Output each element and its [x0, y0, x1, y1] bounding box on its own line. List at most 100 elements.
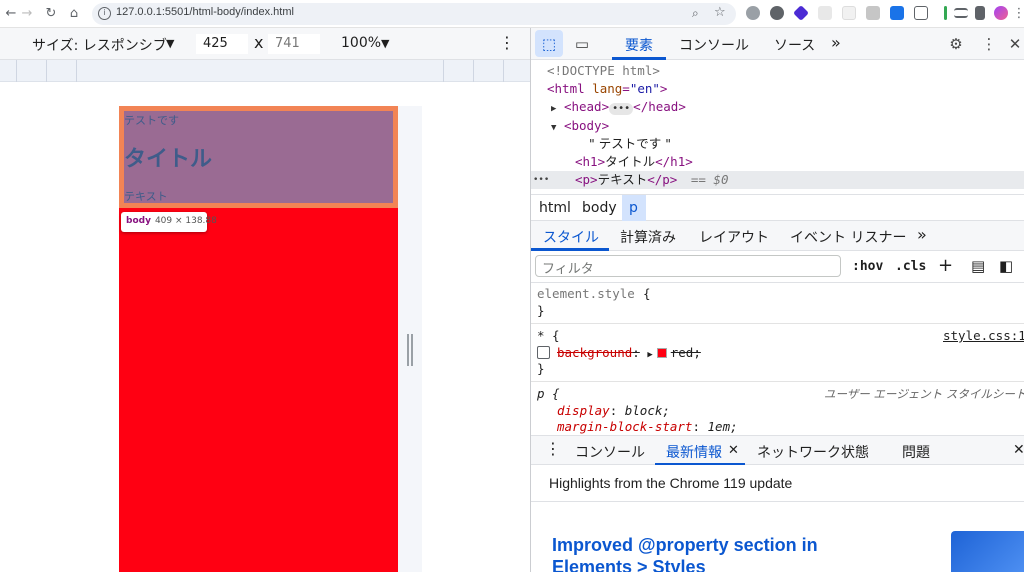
whats-new-article-link[interactable]: Improved @property section in Elements >…	[552, 534, 852, 572]
expand-triangle-icon[interactable]: ▶	[551, 104, 556, 114]
drawer-menu-icon[interactable]: ⋮	[545, 439, 561, 458]
display-declaration[interactable]: display: block;	[557, 403, 670, 419]
color-swatch[interactable]	[656, 348, 667, 358]
more-options-icon[interactable]: ⋮	[499, 33, 515, 52]
dom-node-h1[interactable]: <h1>タイトル</h1>	[531, 153, 1024, 171]
styles-tab-bar: スタイル 計算済み レイアウト イベント リスナー »	[531, 221, 1024, 251]
address-bar[interactable]: i 127.0.0.1:5501/html-body/index.html ⌕ …	[92, 3, 736, 25]
element-style-selector[interactable]: element.style	[537, 286, 635, 302]
tab-console[interactable]: コンソール	[679, 35, 749, 55]
styles-filter-bar: フィルタ :hov .cls + ▤ ◧	[531, 251, 1024, 283]
dom-text-node[interactable]: " テストです "	[531, 135, 1024, 153]
reload-icon[interactable]: ↻	[42, 5, 60, 23]
extension-icon[interactable]	[793, 5, 809, 21]
background-declaration[interactable]: background: ▶ red;	[557, 345, 701, 361]
dimension-separator: x	[254, 33, 264, 52]
browser-toolbar: ← → ↻ ⌂ i 127.0.0.1:5501/html-body/index…	[0, 0, 1024, 28]
divider	[944, 6, 947, 20]
height-input[interactable]: 741	[268, 34, 320, 54]
drawer-tab-whats-new[interactable]: 最新情報	[666, 442, 722, 462]
stylesheet-link[interactable]: style.css:1	[943, 328, 1024, 344]
puzzle-icon[interactable]	[914, 6, 928, 20]
active-tab-indicator	[612, 57, 666, 60]
extension-icon[interactable]	[842, 6, 856, 20]
resize-handle[interactable]	[407, 334, 413, 366]
whats-new-thumbnail[interactable]	[951, 531, 1024, 572]
hover-state-button[interactable]: :hov	[852, 259, 883, 274]
avatar[interactable]	[994, 6, 1008, 20]
menu-dots-icon[interactable]: ⋮	[1010, 5, 1024, 23]
chevron-down-icon[interactable]: ▼	[166, 37, 174, 50]
tab-computed[interactable]: 計算済み	[620, 227, 676, 247]
chevron-down-icon[interactable]: ▼	[381, 37, 389, 50]
tab-elements[interactable]: 要素	[625, 35, 653, 55]
extension-icon[interactable]	[866, 6, 880, 20]
expand-arrow-icon[interactable]: ▶	[647, 350, 652, 360]
breadcrumb-p[interactable]: p	[629, 200, 638, 216]
width-input[interactable]: 425	[196, 34, 248, 54]
page-paragraph: テキスト	[124, 191, 168, 203]
drawer-tab-bar: ⋮ コンソール 最新情報 ✕ ネットワーク状態 問題 ✕	[531, 435, 1024, 466]
more-options-icon[interactable]: ⋮	[979, 34, 999, 54]
tab-event-listeners[interactable]: イベント リスナー	[790, 227, 906, 247]
breadcrumb: html body p	[531, 194, 1024, 221]
home-icon[interactable]: ⌂	[65, 5, 83, 23]
whats-new-heading: Highlights from the Chrome 119 update	[549, 475, 793, 491]
styles-rules-pane: element.style { } * { style.css:1 backgr…	[531, 283, 1024, 435]
open-brace: {	[643, 286, 651, 301]
node-actions-ellipsis[interactable]: •••	[533, 171, 549, 189]
device-toggle-icon[interactable]: ▭	[572, 34, 592, 54]
drawer-tab-network-conditions[interactable]: ネットワーク状態	[757, 442, 869, 462]
zoom-dropdown[interactable]: 100%	[341, 35, 381, 51]
zoom-icon[interactable]: ⌕	[692, 6, 699, 21]
class-toggle-button[interactable]: .cls	[895, 259, 926, 274]
devtools-tab-bar: ⬚ ▭ 要素 コンソール ソース » ⚙ ⋮ ✕	[531, 28, 1024, 60]
close-icon[interactable]: ✕	[1005, 34, 1024, 54]
url-text[interactable]: 127.0.0.1:5501/html-body/index.html	[116, 6, 294, 18]
breadcrumb-html[interactable]: html	[539, 200, 571, 216]
dom-node-body[interactable]: ▼ <body>	[531, 117, 1024, 135]
drawer-tab-console[interactable]: コンソール	[575, 442, 645, 462]
tab-styles[interactable]: スタイル	[543, 227, 599, 247]
forward-icon[interactable]: →	[18, 5, 36, 23]
margin-declaration[interactable]: margin-block-start: 1em;	[557, 419, 738, 435]
bookmark-star-icon[interactable]: ☆	[714, 5, 726, 20]
dom-doctype[interactable]: <!DOCTYPE html>	[531, 62, 1024, 80]
site-info-icon[interactable]: i	[98, 7, 111, 20]
extension-icon[interactable]	[770, 6, 784, 20]
tab-layout[interactable]: レイアウト	[699, 227, 769, 247]
whats-new-panel: Highlights from the Chrome 119 update Im…	[531, 465, 1024, 572]
tab-sources[interactable]: ソース	[774, 35, 815, 55]
extension-icon[interactable]	[890, 6, 904, 20]
close-drawer-icon[interactable]: ✕	[1013, 442, 1024, 458]
property-checkbox[interactable]	[537, 346, 550, 359]
collapse-triangle-icon[interactable]: ▼	[551, 123, 556, 133]
reading-list-icon[interactable]	[954, 8, 968, 18]
dom-node-html[interactable]: <html lang="en">	[531, 80, 1024, 98]
close-tab-icon[interactable]: ✕	[728, 443, 739, 458]
toggle-sidebar-icon[interactable]: ◧	[999, 257, 1013, 275]
device-toolbar: サイズ: レスポンシブ ▼ 425 x 741 100% ▼ ⋮	[0, 28, 530, 60]
page-text: テストです	[124, 115, 179, 127]
more-tabs-icon[interactable]: »	[831, 33, 841, 52]
close-brace: }	[537, 361, 545, 376]
dom-node-head[interactable]: ▶ <head> ••• </head>	[531, 98, 1024, 116]
collapsed-ellipsis[interactable]: •••	[609, 103, 634, 115]
extension-icon[interactable]	[818, 6, 832, 20]
side-panel-icon[interactable]	[975, 6, 985, 20]
dom-node-p-selected[interactable]: ••• <p>テキスト</p> == $0	[531, 171, 1024, 189]
breadcrumb-body[interactable]: body	[582, 200, 617, 216]
new-rule-button[interactable]: +	[938, 255, 953, 276]
media-query-ruler[interactable]	[0, 60, 530, 82]
styles-filter-input[interactable]: フィルタ	[535, 255, 841, 277]
camera-extension-icon[interactable]	[746, 6, 760, 20]
p-selector[interactable]: p {	[537, 386, 560, 402]
paint-brush-icon[interactable]: ▤	[971, 257, 985, 275]
drawer-tab-issues[interactable]: 問題	[902, 442, 930, 462]
device-size-dropdown[interactable]: サイズ: レスポンシブ	[32, 35, 167, 55]
settings-gear-icon[interactable]: ⚙	[946, 34, 966, 54]
more-tabs-icon[interactable]: »	[917, 225, 927, 244]
star-selector[interactable]: * {	[537, 328, 560, 344]
inspect-cursor-icon[interactable]: ⬚	[539, 34, 559, 54]
close-brace: }	[537, 303, 545, 318]
